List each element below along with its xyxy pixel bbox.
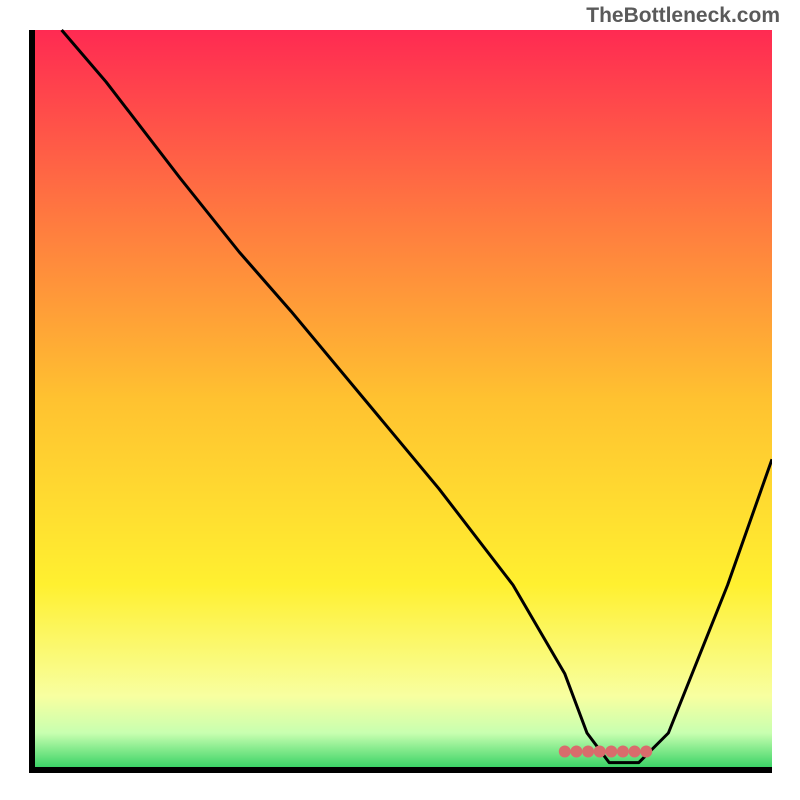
optimal-marker [594, 746, 606, 758]
right-margin [772, 0, 800, 800]
optimal-marker [559, 746, 571, 758]
optimal-marker [617, 746, 629, 758]
chart-container: TheBottleneck.com [0, 0, 800, 800]
bottleneck-chart [0, 0, 800, 800]
optimal-marker [629, 746, 641, 758]
optimal-marker [640, 746, 652, 758]
optimal-marker [582, 746, 594, 758]
watermark-text: TheBottleneck.com [586, 4, 780, 28]
plot-background [32, 30, 772, 770]
optimal-marker [570, 746, 582, 758]
optimal-marker [605, 746, 617, 758]
